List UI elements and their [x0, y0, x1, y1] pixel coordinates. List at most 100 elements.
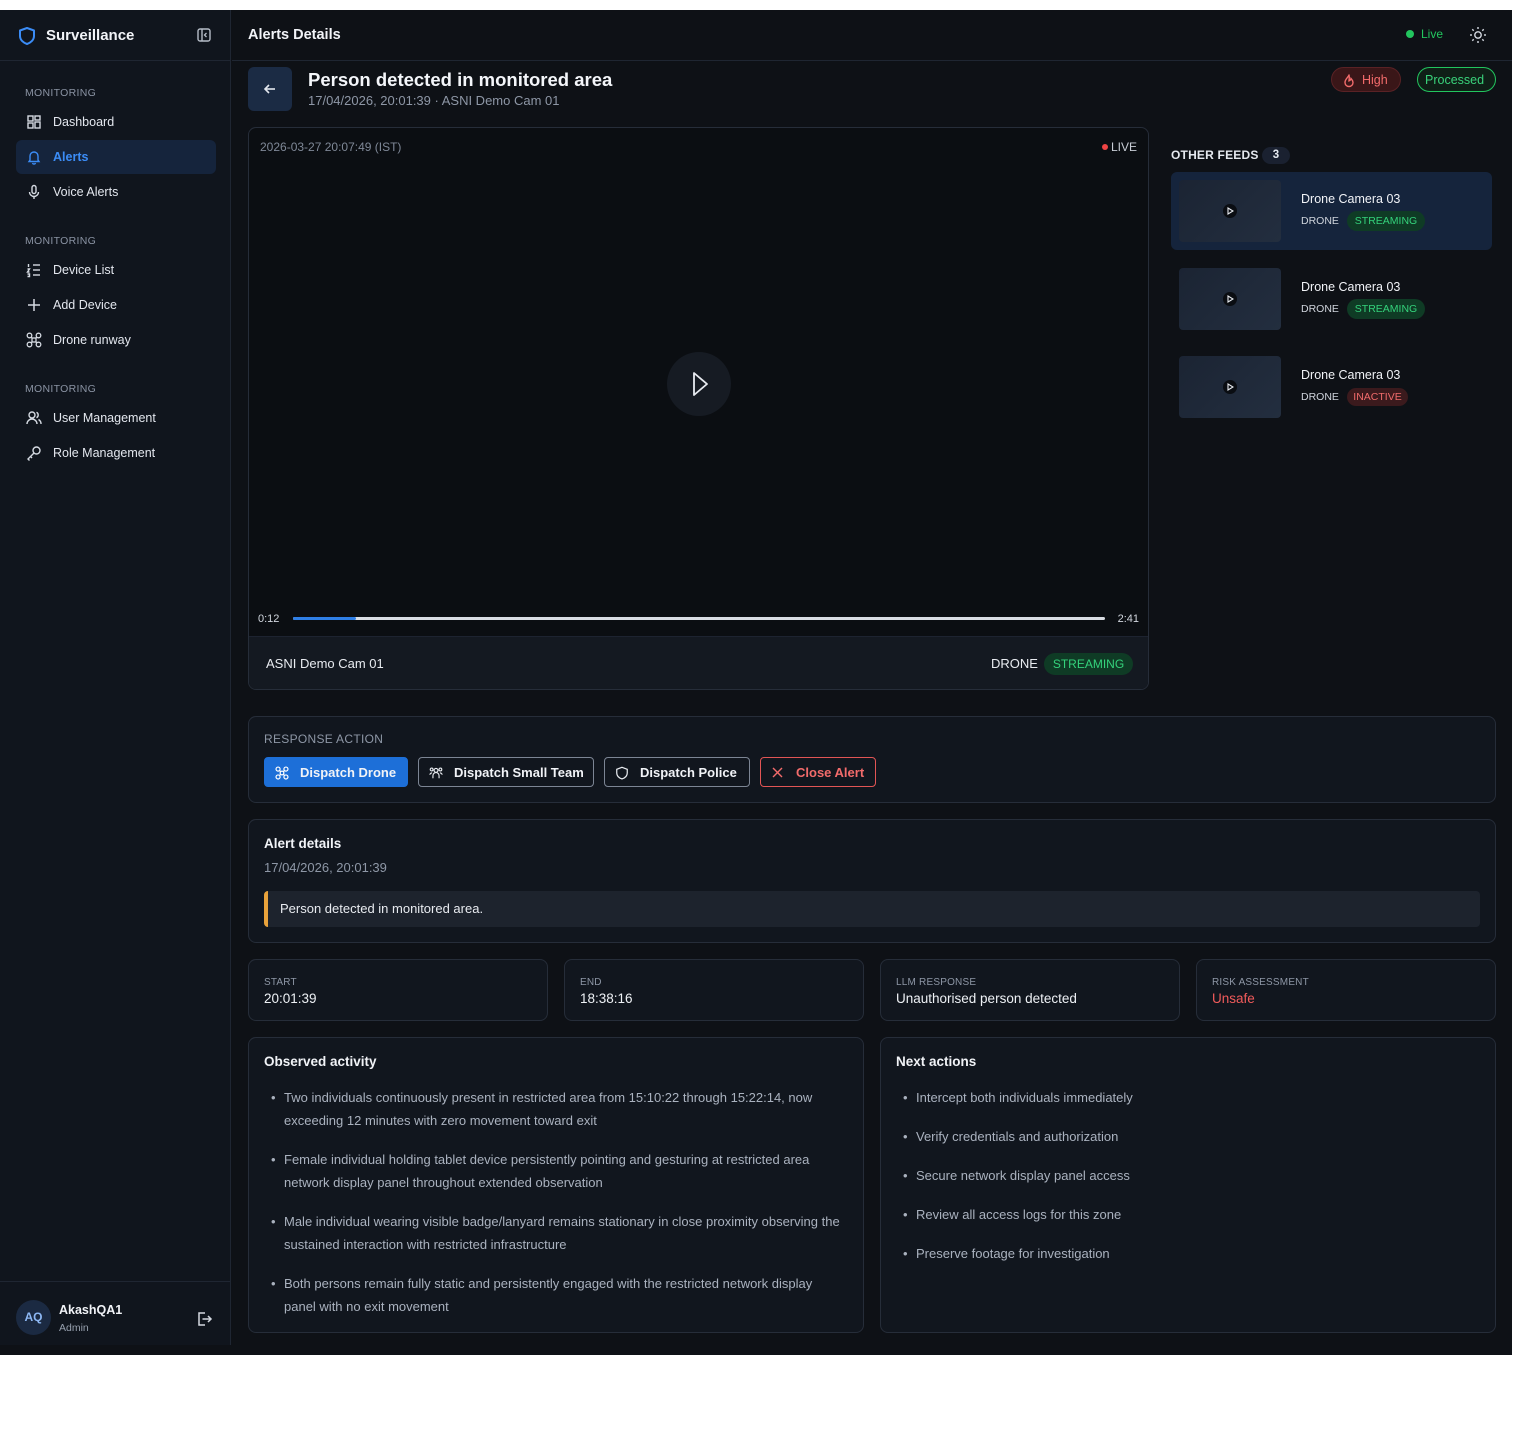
live-status-dot: [1406, 30, 1414, 38]
brand-name: Surveillance: [46, 27, 135, 44]
sidebar-item-label: Voice Alerts: [53, 185, 119, 199]
sidebar-item-device-list[interactable]: Device List: [16, 253, 216, 287]
sidebar-item-label: Device List: [53, 263, 115, 277]
stat-card-llm-response: LLM RESPONSE Unauthorised person detecte…: [880, 959, 1180, 1021]
sidebar-item-label: Drone runway: [53, 333, 131, 347]
nav-section-title: MONITORING: [25, 87, 97, 99]
video-duration: 2:41: [1117, 613, 1139, 625]
sidebar-item-voice-alerts[interactable]: Voice Alerts: [16, 175, 216, 209]
sidebar-item-user-management[interactable]: User Management: [16, 401, 216, 435]
dispatch-police-label: Dispatch Police: [640, 765, 737, 780]
stat-value: 18:38:16: [580, 991, 633, 1006]
feed-card[interactable]: Drone Camera 03 DRONE STREAMING: [1171, 172, 1492, 250]
feed-play-button[interactable]: [1223, 204, 1237, 218]
response-action-panel: RESPONSE ACTION Dispatch Drone Dispatch …: [248, 716, 1496, 803]
play-icon: [693, 372, 708, 396]
sun-icon[interactable]: [1469, 26, 1487, 44]
sidebar-item-label: User Management: [53, 411, 156, 425]
sidebar-item-label: Dashboard: [53, 115, 115, 129]
user-profile: AQ AkashQA1 Admin: [0, 1281, 231, 1345]
dashboard-icon: [26, 114, 42, 130]
feed-card[interactable]: Drone Camera 03 DRONE INACTIVE: [1171, 348, 1492, 426]
dispatch-drone-button[interactable]: Dispatch Drone: [264, 757, 408, 787]
sidebar: Surveillance MONITORING Dashboard Alerts…: [0, 10, 231, 1345]
video-live-label: LIVE: [1110, 140, 1137, 154]
feed-play-button[interactable]: [1223, 380, 1237, 394]
video-live-indicator: LIVE: [1101, 140, 1137, 154]
feed-name: Drone Camera 03: [1301, 280, 1401, 294]
drone-icon: [275, 766, 289, 780]
play-icon: [1227, 383, 1234, 391]
drone-icon: [26, 332, 42, 348]
feed-name: Drone Camera 03: [1301, 368, 1401, 382]
back-button[interactable]: [248, 67, 292, 111]
feed-card[interactable]: Drone Camera 03 DRONE STREAMING: [1171, 260, 1492, 338]
sidebar-item-role-management[interactable]: Role Management: [16, 436, 216, 470]
stat-card-end: END 18:38:16: [564, 959, 864, 1021]
feed-status-badge: STREAMING: [1347, 299, 1425, 319]
avatar[interactable]: AQ: [16, 1300, 51, 1335]
stat-card-start: START 20:01:39: [248, 959, 548, 1021]
dispatch-drone-label: Dispatch Drone: [300, 765, 397, 780]
observed-activity-title: Observed activity: [264, 1054, 377, 1069]
play-icon: [1227, 207, 1234, 215]
stat-card-risk-assessment: RISK ASSESSMENT Unsafe: [1196, 959, 1496, 1021]
next-actions-title: Next actions: [896, 1054, 977, 1069]
alert-details-date: 17/04/2026, 20:01:39: [264, 860, 387, 875]
feed-type: DRONE: [1301, 215, 1339, 227]
close-icon: [772, 767, 783, 778]
sidebar-collapse-icon[interactable]: [196, 27, 212, 43]
sidebar-item-drone-runway[interactable]: Drone runway: [16, 323, 216, 357]
nav-section-title: MONITORING: [25, 235, 97, 247]
list-item: Intercept both individuals immediately: [903, 1086, 1473, 1109]
video-player: 2026-03-27 20:07:49 (IST) LIVE 0:12 2:41…: [248, 127, 1149, 690]
plus-icon: [26, 297, 42, 313]
close-alert-button[interactable]: Close Alert: [760, 757, 876, 787]
device-type: DRONE: [991, 656, 1038, 671]
feed-type: DRONE: [1301, 303, 1339, 315]
alert-details-title: Alert details: [264, 836, 342, 851]
observed-activity-list: Two individuals continuously present in …: [271, 1086, 841, 1318]
video-seekbar[interactable]: [293, 617, 1105, 620]
feed-thumbnail: [1179, 356, 1281, 418]
severity-badge: High: [1331, 67, 1401, 92]
play-button[interactable]: [667, 352, 731, 416]
sidebar-item-dashboard[interactable]: Dashboard: [16, 105, 216, 139]
status-label: Processed: [1425, 73, 1485, 87]
video-progress-fill: [293, 617, 357, 620]
feed-play-button[interactable]: [1223, 292, 1237, 306]
app-window: Surveillance MONITORING Dashboard Alerts…: [0, 10, 1512, 1355]
users-icon: [26, 410, 42, 426]
video-timestamp: 2026-03-27 20:07:49 (IST): [260, 140, 402, 154]
alert-message-box: Person detected in monitored area.: [264, 891, 1480, 927]
flame-icon: [1344, 74, 1354, 88]
alert-subtitle: 17/04/2026, 20:01:39 · ASNI Demo Cam 01: [308, 93, 560, 108]
dispatch-police-button[interactable]: Dispatch Police: [604, 757, 750, 787]
nav-section-title: MONITORING: [25, 383, 97, 395]
stat-value: Unsafe: [1212, 991, 1255, 1006]
response-action-label: RESPONSE ACTION: [264, 732, 384, 746]
brand-bar: Surveillance: [0, 10, 231, 61]
logout-icon[interactable]: [195, 1310, 213, 1328]
video-current-time: 0:12: [258, 613, 280, 625]
live-dot: [1101, 144, 1108, 150]
alert-message: Person detected in monitored area.: [280, 901, 484, 916]
list-item: Verify credentials and authorization: [903, 1125, 1473, 1148]
bell-icon: [26, 149, 42, 165]
alert-details-panel: Alert details 17/04/2026, 20:01:39 Perso…: [248, 819, 1496, 943]
alert-title: Person detected in monitored area: [308, 69, 613, 90]
list-item: Two individuals continuously present in …: [271, 1086, 841, 1132]
stat-value: 20:01:39: [264, 991, 317, 1006]
arrow-left-icon: [263, 84, 275, 94]
sidebar-item-label: Alerts: [53, 150, 89, 164]
sidebar-item-alerts[interactable]: Alerts: [16, 140, 216, 174]
list-item: Both persons remain fully static and per…: [271, 1272, 841, 1318]
other-feeds-label: OTHER FEEDS: [1171, 148, 1259, 162]
feed-status-badge: INACTIVE: [1347, 388, 1408, 406]
list-item: Review all access logs for this zone: [903, 1203, 1473, 1226]
sidebar-item-add-device[interactable]: Add Device: [16, 288, 216, 322]
sidebar-item-label: Role Management: [53, 446, 156, 460]
dispatch-small-team-button[interactable]: Dispatch Small Team: [418, 757, 594, 787]
page-title: Alerts Details: [248, 27, 341, 43]
sidebar-item-label: Add Device: [53, 298, 117, 312]
